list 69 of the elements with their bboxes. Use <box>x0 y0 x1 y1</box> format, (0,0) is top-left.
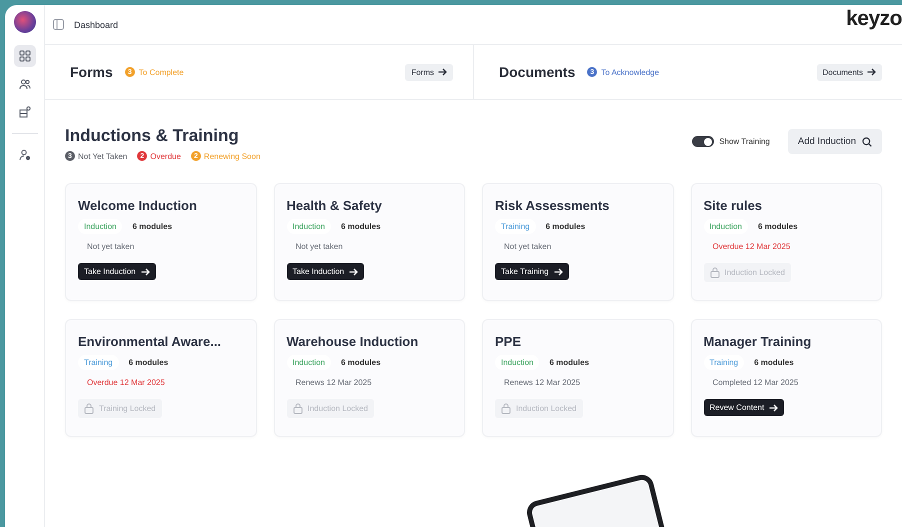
status-text: Completed 12 Mar 2025 <box>712 378 800 387</box>
status-text: Not yet taken <box>504 242 552 251</box>
lock-icon <box>710 267 720 278</box>
legend-label: Overdue <box>150 152 181 160</box>
category-tag: Training <box>704 355 744 370</box>
grid-icon <box>18 50 30 62</box>
module-count: 6 modules <box>754 358 794 367</box>
status-text: Not yet taken <box>296 242 344 251</box>
legend-label: Renewing Soon <box>204 152 260 160</box>
panel-link-button[interactable]: Documents <box>816 64 882 80</box>
search-icon <box>862 136 872 146</box>
category-tag: Training <box>78 355 119 370</box>
start-button[interactable]: Take Training <box>495 263 569 280</box>
avatar[interactable] <box>14 11 36 33</box>
status-text: Not yet taken <box>87 242 136 251</box>
toggle-switch[interactable] <box>692 136 714 147</box>
card-title: Environmental Aware... <box>78 334 222 349</box>
card-title: Warehouse Induction <box>286 334 420 349</box>
card-title: Site rules <box>704 198 764 213</box>
arrow-icon <box>867 68 876 76</box>
status-text: Renews 12 Mar 2025 <box>504 378 582 387</box>
category-tag: Induction <box>286 219 331 234</box>
module-count: 6 modules <box>340 358 381 367</box>
start-button[interactable]: Revew Content <box>704 399 784 416</box>
module-count: 6 modules <box>549 358 590 367</box>
badge-label: To Complete <box>138 68 184 76</box>
arrow-icon <box>554 268 563 276</box>
status-text: Renews 12 Mar 2025 <box>296 378 373 387</box>
start-button[interactable]: Take Induction <box>78 263 156 280</box>
category-tag: Induction <box>495 355 540 370</box>
user-icon <box>18 149 30 161</box>
arrow-icon <box>769 404 778 412</box>
module-count: 6 modules <box>758 222 798 231</box>
lock-icon <box>292 403 302 414</box>
lock-icon <box>501 403 511 414</box>
card-title: PPE <box>495 334 522 349</box>
legend-label: Not Yet Taken <box>78 152 128 160</box>
toggle-label: Show Training <box>719 137 770 146</box>
start-button[interactable]: Take Induction <box>286 263 364 280</box>
badge-label: To Acknowledge <box>601 68 660 76</box>
people-icon <box>18 78 30 90</box>
category-tag: Induction <box>704 219 748 234</box>
panel-title: Documents <box>499 64 576 80</box>
card-title: Welcome Induction <box>78 198 198 213</box>
arrow-icon <box>438 68 447 76</box>
card-title: Manager Training <box>704 334 812 349</box>
section-title: Inductions & Training <box>65 126 240 146</box>
module-count: 6 modules <box>128 358 168 367</box>
status-text: Overdue 12 Mar 2025 <box>87 378 166 387</box>
panel-title: Forms <box>70 64 113 80</box>
panel-link-button[interactable]: Forms <box>405 64 453 80</box>
page-title: Dashboard <box>74 20 120 30</box>
card-title: Risk Assessments <box>495 198 610 213</box>
sidebar-item[interactable] <box>14 45 36 67</box>
logo: keyzo <box>846 6 902 30</box>
sidebar-toggle-icon[interactable] <box>53 19 64 30</box>
add-induction-button[interactable]: Add Induction <box>788 129 882 154</box>
module-count: 6 modules <box>132 222 172 231</box>
lock-icon <box>84 403 94 414</box>
arrow-icon <box>349 268 358 276</box>
category-tag: Induction <box>286 355 331 370</box>
status-text: Overdue 12 Mar 2025 <box>712 242 792 251</box>
category-tag: Training <box>495 219 536 234</box>
card-title: Health & Safety <box>286 198 383 213</box>
module-count: 6 modules <box>546 222 586 231</box>
arrow-icon <box>140 268 150 276</box>
blocks-icon <box>18 106 30 118</box>
category-tag: Induction <box>78 219 122 234</box>
module-count: 6 modules <box>340 222 381 231</box>
